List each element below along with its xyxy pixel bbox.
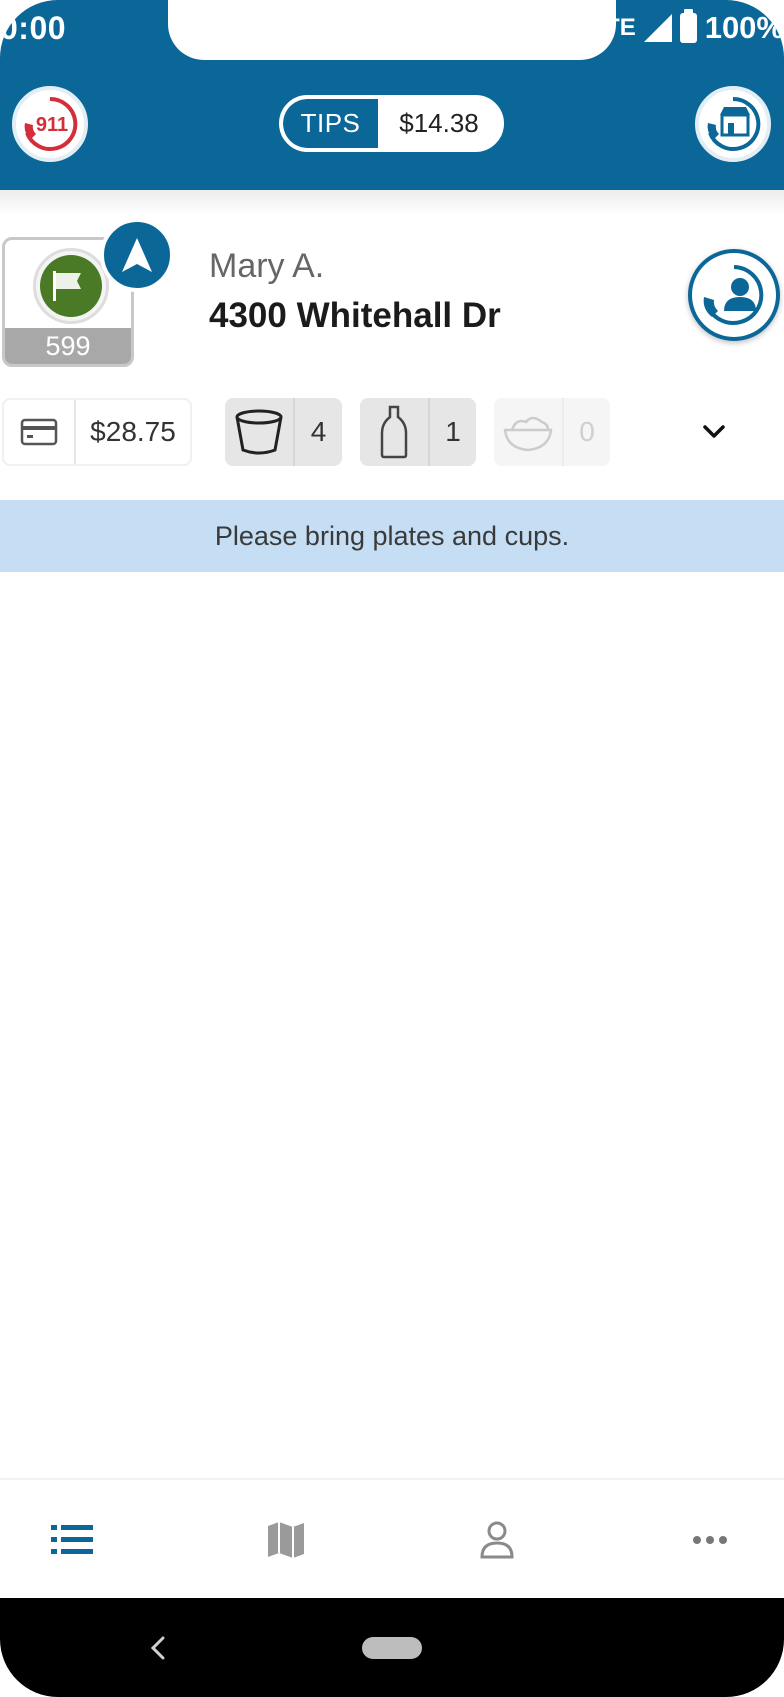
status-time: 0:00	[0, 10, 67, 46]
plates-count: 0	[579, 416, 595, 447]
more-icon	[693, 1536, 727, 1544]
bottle-icon	[360, 398, 430, 466]
navigation-arrow-icon	[122, 238, 152, 272]
bottles-chip: 1	[360, 398, 476, 466]
customer-name: Mary A.	[209, 247, 325, 285]
emergency-label: 911	[36, 114, 68, 136]
cups-count: 4	[310, 416, 327, 447]
store-logo	[33, 248, 109, 324]
nav-map[interactable]	[236, 1480, 336, 1600]
cups-chip: 4	[225, 398, 342, 466]
expand-order-button[interactable]	[690, 408, 738, 456]
delivery-address[interactable]: 4300 Whitehall Dr	[209, 296, 501, 336]
list-icon	[51, 1525, 93, 1554]
store-phone-icon	[707, 96, 761, 151]
plates-chip: 0	[494, 398, 610, 466]
payment-amount: $28.75	[90, 416, 176, 447]
back-chevron-icon	[150, 1636, 165, 1660]
chevron-down-icon	[703, 425, 725, 438]
cup-icon	[225, 398, 295, 466]
nav-orders-list[interactable]	[22, 1480, 122, 1600]
customer-phone-icon	[703, 265, 764, 325]
credit-card-icon	[4, 400, 76, 464]
system-home-button[interactable]	[362, 1637, 422, 1659]
flag-logo-icon	[53, 271, 81, 301]
camera-notch	[168, 0, 616, 60]
system-back-button[interactable]	[138, 1624, 178, 1672]
tips-summary[interactable]: TIPS $14.38	[279, 95, 504, 152]
tips-amount: $14.38	[399, 108, 479, 138]
battery-level: 100%	[704, 10, 784, 45]
navigate-button[interactable]	[100, 218, 174, 292]
nav-profile[interactable]	[447, 1480, 547, 1600]
salad-bowl-icon	[494, 398, 564, 466]
battery-icon	[679, 9, 697, 43]
nav-more[interactable]	[660, 1480, 760, 1600]
payment-chip: $28.75	[2, 398, 192, 466]
delivery-note: Please bring plates and cups.	[0, 500, 784, 572]
signal-icon	[643, 14, 672, 42]
order-number: 599	[5, 328, 131, 364]
emergency-call-button[interactable]: 911	[12, 86, 88, 162]
bottles-count: 1	[445, 416, 461, 447]
call-customer-button[interactable]	[688, 249, 780, 341]
app-screen: 0:00 LTE 100% 911 TIPS $14.38	[0, 0, 784, 1697]
bottom-navigation	[0, 1478, 784, 1598]
status-indicators: LTE 100%	[592, 8, 784, 48]
emergency-911-icon: 911	[24, 96, 78, 151]
card-divider	[0, 190, 784, 214]
tips-label: TIPS	[283, 99, 378, 148]
system-navigation-bar	[0, 1598, 784, 1697]
call-store-button[interactable]	[695, 86, 771, 162]
profile-icon	[480, 1521, 514, 1559]
map-icon	[268, 1522, 304, 1558]
